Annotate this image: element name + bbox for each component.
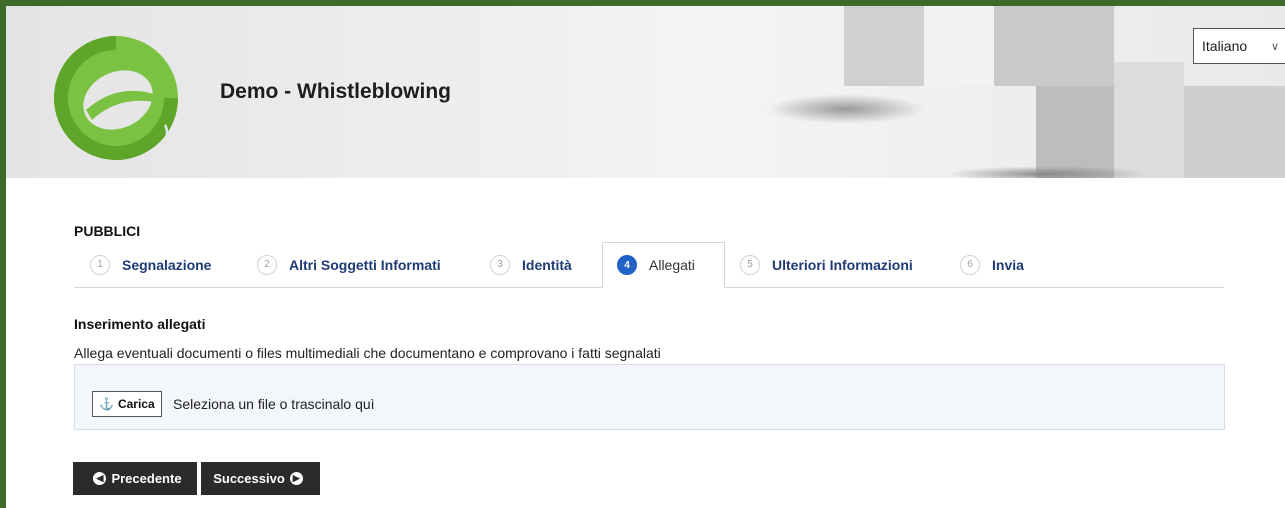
upload-dropzone[interactable]: ⚓ Carica Seleziona un file o trascinalo … [74, 364, 1225, 430]
upload-button[interactable]: ⚓ Carica [92, 391, 162, 417]
language-select-value: Italiano [1202, 38, 1248, 54]
attachments-description: Allega eventuali documenti o files multi… [74, 345, 661, 361]
page-title: Demo - Whistleblowing [220, 80, 451, 103]
banner-decor [924, 6, 994, 86]
banner-decor [766, 94, 926, 124]
step-number: 4 [617, 255, 637, 275]
header-banner: Demo - Whistleblowing Italiano ∨ [6, 6, 1285, 178]
tab-ulteriori-informazioni[interactable]: 5 Ulteriori Informazioni [740, 242, 913, 287]
section-title: PUBBLICI [74, 223, 141, 239]
upload-button-label: Carica [117, 397, 155, 411]
tab-label: Ulteriori Informazioni [772, 256, 913, 273]
tab-label: Altri Soggetti Informati [289, 256, 441, 273]
tab-label: Segnalazione [122, 256, 212, 273]
banner-decor [1114, 62, 1184, 178]
previous-button[interactable]: ◀ Precedente [73, 462, 197, 495]
step-number: 5 [740, 254, 760, 275]
previous-button-label: Precedente [111, 471, 182, 486]
tab-segnalazione[interactable]: 1 Segnalazione [90, 242, 211, 287]
tab-allegati[interactable]: 4 Allegati [602, 242, 725, 288]
attachments-heading: Inserimento allegati [74, 316, 206, 332]
tab-label: Invia [992, 256, 1024, 273]
upload-hint: Seleziona un file o trascinalo quì [173, 396, 375, 412]
step-number: 6 [960, 254, 980, 275]
step-number: 1 [90, 254, 110, 275]
banner-decor [844, 6, 924, 86]
tab-label: Allegati [649, 257, 695, 273]
tab-identita[interactable]: 3 Identità [490, 242, 572, 287]
banner-decor [1184, 86, 1285, 178]
banner-decor [946, 166, 1146, 178]
arrow-right-circle-icon: ▶ [289, 472, 303, 485]
banner-decor [994, 6, 1114, 86]
language-select[interactable]: Italiano ∨ [1193, 28, 1285, 64]
next-button-label: Successivo [213, 471, 285, 486]
next-button[interactable]: Successivo ▶ [201, 462, 320, 495]
tab-altri-soggetti-informati[interactable]: 2 Altri Soggetti Informati [257, 242, 441, 287]
chevron-down-icon: ∨ [1270, 40, 1279, 53]
company-logo-icon [54, 36, 178, 160]
upload-icon: ⚓ [99, 397, 114, 411]
tab-invia[interactable]: 6 Invia [960, 242, 1024, 287]
arrow-left-circle-icon: ◀ [93, 472, 107, 485]
banner-decor [1036, 86, 1116, 178]
step-number: 3 [490, 254, 510, 275]
step-number: 2 [257, 254, 277, 275]
wizard-tabs: 1 Segnalazione 2 Altri Soggetti Informat… [74, 242, 1224, 288]
tab-label: Identità [522, 256, 572, 273]
